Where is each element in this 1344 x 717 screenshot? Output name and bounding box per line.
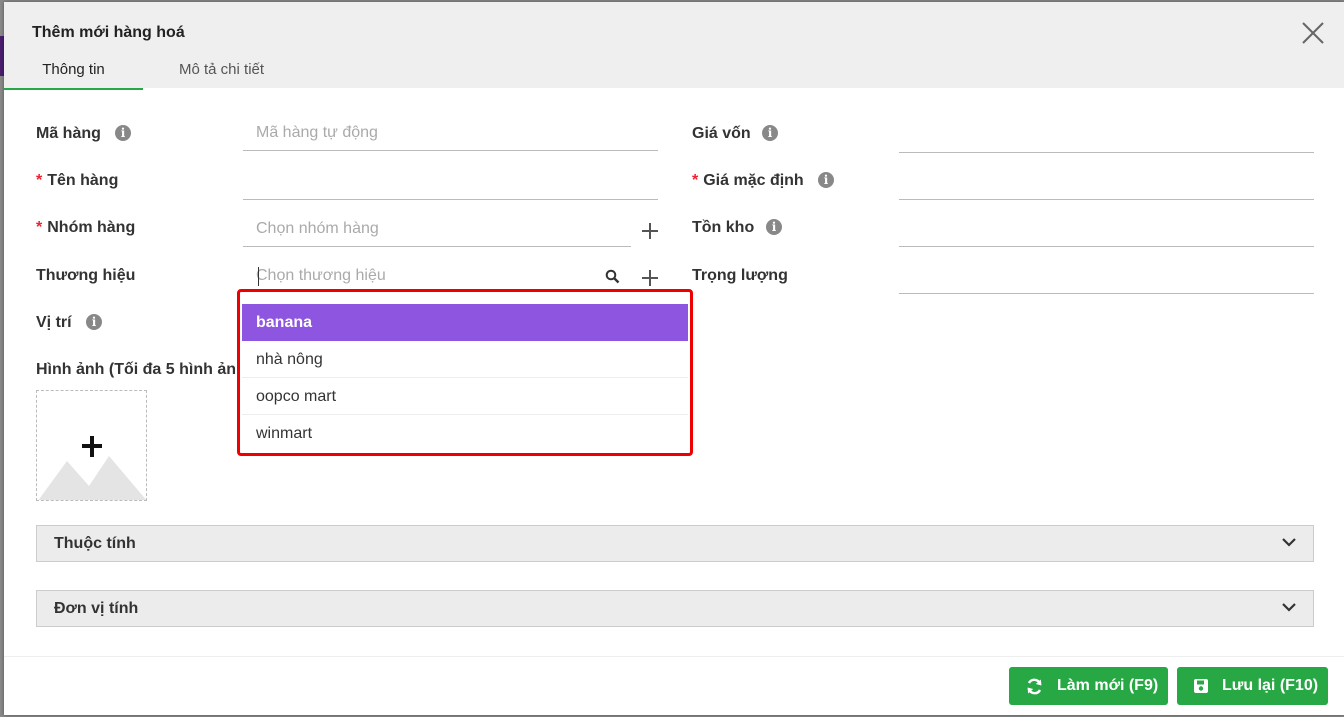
group-label: * Nhóm hàng [36, 219, 136, 236]
units-section-title: Đơn vị tính [54, 600, 139, 617]
stock-label: Tồn kho [692, 219, 755, 236]
brand-option-nha-nong[interactable]: nhà nông [242, 341, 688, 378]
info-icon: i [766, 219, 782, 235]
brand-option-oopco-mart[interactable]: oopco mart [242, 378, 688, 415]
stock-input[interactable] [899, 212, 1314, 247]
add-group-button[interactable] [641, 222, 659, 240]
attributes-section-title: Thuộc tính [54, 535, 136, 552]
weight-label: Trọng lượng [692, 267, 788, 284]
refresh-icon [1027, 678, 1042, 695]
image-placeholder-icon [38, 436, 146, 500]
brand-dropdown: banana nhà nông oopco mart winmart [237, 289, 693, 456]
dialog-title: Thêm mới hàng hoá [32, 24, 185, 41]
name-label: * Tên hàng [36, 172, 119, 189]
text-cursor [258, 267, 259, 286]
search-icon[interactable] [605, 269, 620, 284]
refresh-button-label: Làm mới (F9) [1057, 677, 1159, 694]
attributes-section[interactable]: Thuộc tính [36, 525, 1314, 562]
name-input[interactable] [243, 165, 658, 200]
info-icon: i [818, 172, 834, 188]
chevron-down-icon [1282, 603, 1296, 612]
brand-option-winmart[interactable]: winmart [242, 415, 688, 452]
brand-option-banana[interactable]: banana [242, 304, 688, 341]
price-input[interactable] [899, 165, 1314, 200]
info-icon: i [86, 314, 102, 330]
location-label: Vị trí [36, 314, 72, 331]
footer-divider [4, 656, 1344, 657]
images-label: Hình ảnh (Tối đa 5 hình ảnh) [36, 361, 252, 378]
brand-label: Thương hiệu [36, 267, 136, 284]
cost-label: Giá vốn [692, 125, 751, 142]
weight-input[interactable] [899, 259, 1314, 294]
save-icon [1194, 679, 1208, 693]
save-button-label: Lưu lại (F10) [1222, 677, 1319, 694]
add-brand-button[interactable] [641, 269, 659, 287]
image-upload-box[interactable] [36, 390, 147, 501]
refresh-button[interactable]: Làm mới (F9) [1009, 667, 1168, 705]
group-select[interactable] [243, 212, 631, 247]
close-icon[interactable] [1300, 20, 1326, 46]
units-section[interactable]: Đơn vị tính [36, 590, 1314, 627]
tab-description[interactable]: Mô tả chi tiết [179, 61, 264, 78]
price-label: * Giá mặc định [692, 172, 804, 189]
code-label: Mã hàng [36, 125, 101, 142]
chevron-down-icon [1282, 538, 1296, 547]
cost-input[interactable] [899, 118, 1314, 153]
tab-info[interactable]: Thông tin [4, 61, 143, 90]
save-button[interactable]: Lưu lại (F10) [1177, 667, 1328, 705]
info-icon: i [115, 125, 131, 141]
dialog-header: Thêm mới hàng hoá Thông tin Mô tả chi ti… [4, 2, 1344, 90]
code-input[interactable] [243, 116, 658, 151]
info-icon: i [762, 125, 778, 141]
